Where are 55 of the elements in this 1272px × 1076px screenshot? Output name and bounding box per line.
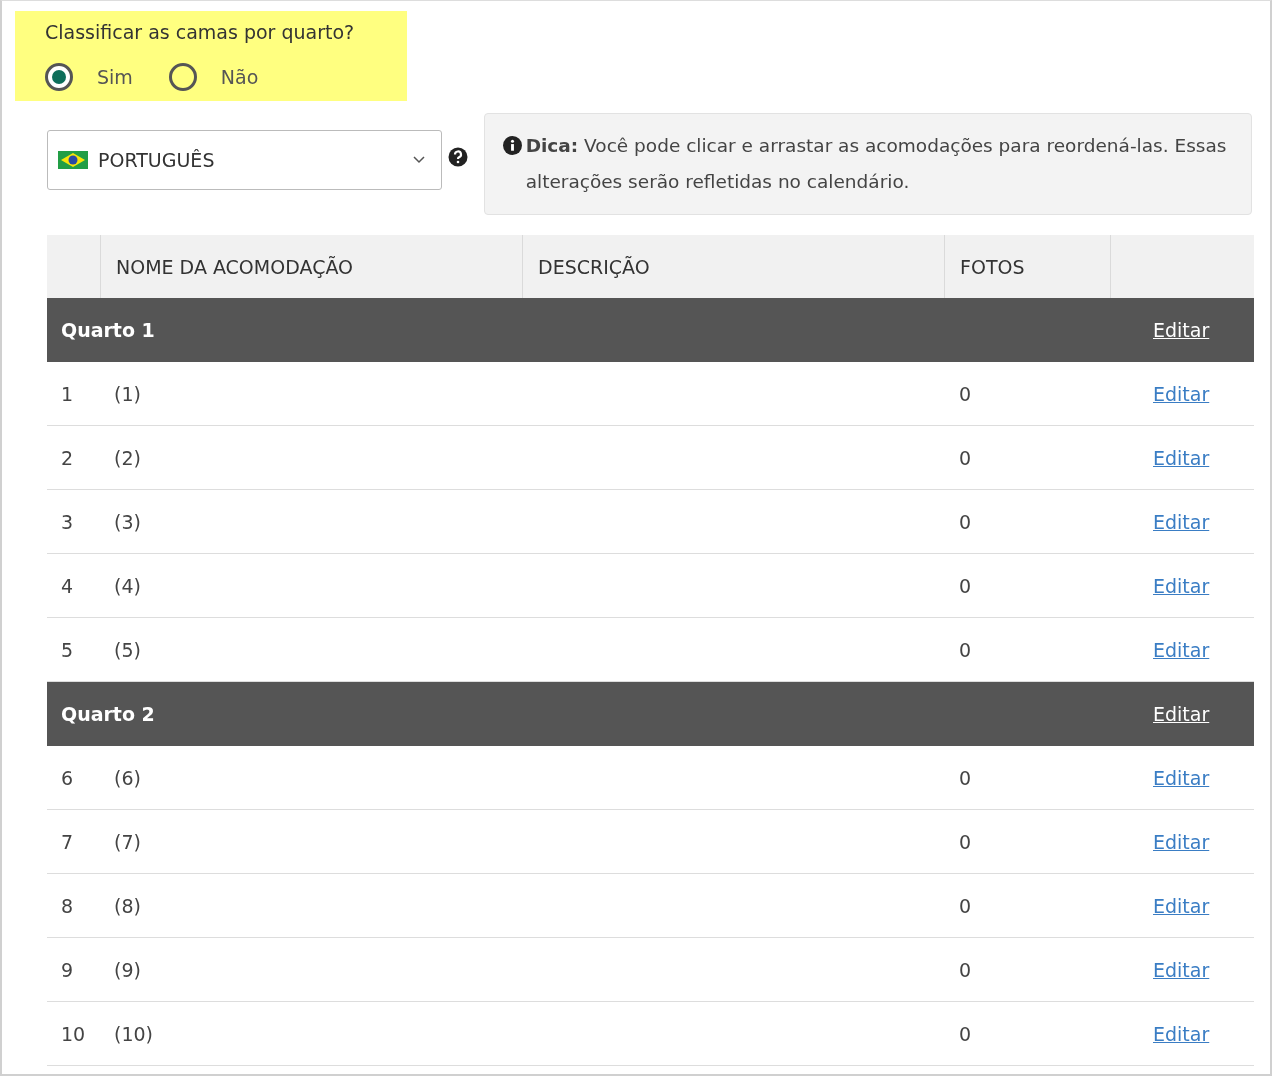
photo-count: 0 [958, 446, 973, 469]
edit-link[interactable]: Editar [1153, 382, 1210, 405]
row-number: 3 [60, 510, 75, 533]
edit-link[interactable]: Editar [1153, 830, 1210, 853]
radio-button[interactable] [168, 63, 197, 91]
group-name: Quarto 1 [60, 319, 156, 341]
accommodation-name: (1) [113, 382, 142, 405]
photo-count: 0 [958, 574, 973, 597]
radio-button[interactable] [45, 63, 73, 91]
help-icon[interactable] [447, 147, 468, 167]
row-number: 2 [60, 446, 75, 469]
accommodation-name: (9) [113, 958, 142, 981]
accommodation-name: (8) [113, 894, 142, 917]
photo-count: 0 [958, 382, 973, 405]
edit-link[interactable]: Editar [1153, 638, 1210, 661]
row-number: 10 [60, 1022, 87, 1045]
row-number: 6 [60, 766, 75, 789]
edit-link[interactable]: Editar [1153, 446, 1210, 469]
row-number: 4 [60, 574, 75, 597]
row-number: 7 [60, 830, 75, 853]
chevron-down-icon [412, 156, 425, 164]
photo-count: 0 [958, 638, 973, 661]
tip-text: Dica: Você pode clicar e arrastar as acomodações para reordená-las. Essas alterações serão refletidas no calendário. [525, 134, 1228, 194]
brazil-flag-icon [58, 151, 88, 169]
accommodation-name: (5) [113, 638, 142, 661]
edit-link[interactable]: Editar [1153, 894, 1210, 917]
edit-link[interactable]: Editar [1153, 703, 1210, 725]
edit-link[interactable]: Editar [1153, 510, 1210, 533]
photo-count: 0 [958, 766, 973, 789]
edit-link[interactable]: Editar [1153, 319, 1210, 341]
row-number: 9 [60, 958, 75, 981]
accommodation-name: (4) [113, 574, 142, 597]
radio-label: Não [220, 66, 259, 88]
accommodation-name: (6) [113, 766, 142, 789]
edit-link[interactable]: Editar [1153, 1022, 1210, 1045]
group-name: Quarto 2 [60, 703, 156, 725]
photo-count: 0 [958, 1022, 973, 1045]
info-icon [502, 136, 522, 155]
accommodation-name: (7) [113, 830, 142, 853]
row-number: 1 [60, 382, 75, 405]
edit-link[interactable]: Editar [1153, 766, 1210, 789]
accommodation-name: (10) [113, 1022, 154, 1045]
photo-count: 0 [958, 958, 973, 981]
edit-link[interactable]: Editar [1153, 574, 1210, 597]
edit-link[interactable]: Editar [1153, 958, 1210, 981]
row-number: 8 [60, 894, 75, 917]
accommodation-name: (2) [113, 446, 142, 469]
accommodation-name: (3) [113, 510, 142, 533]
photo-count: 0 [958, 830, 973, 853]
photo-count: 0 [958, 510, 973, 533]
radio-label: Sim [97, 66, 133, 88]
photo-count: 0 [958, 894, 973, 917]
language-select[interactable]: PORTUGUÊS [47, 130, 442, 190]
row-number: 5 [60, 638, 75, 661]
question-label: Classificar as camas por quarto? [45, 21, 356, 43]
